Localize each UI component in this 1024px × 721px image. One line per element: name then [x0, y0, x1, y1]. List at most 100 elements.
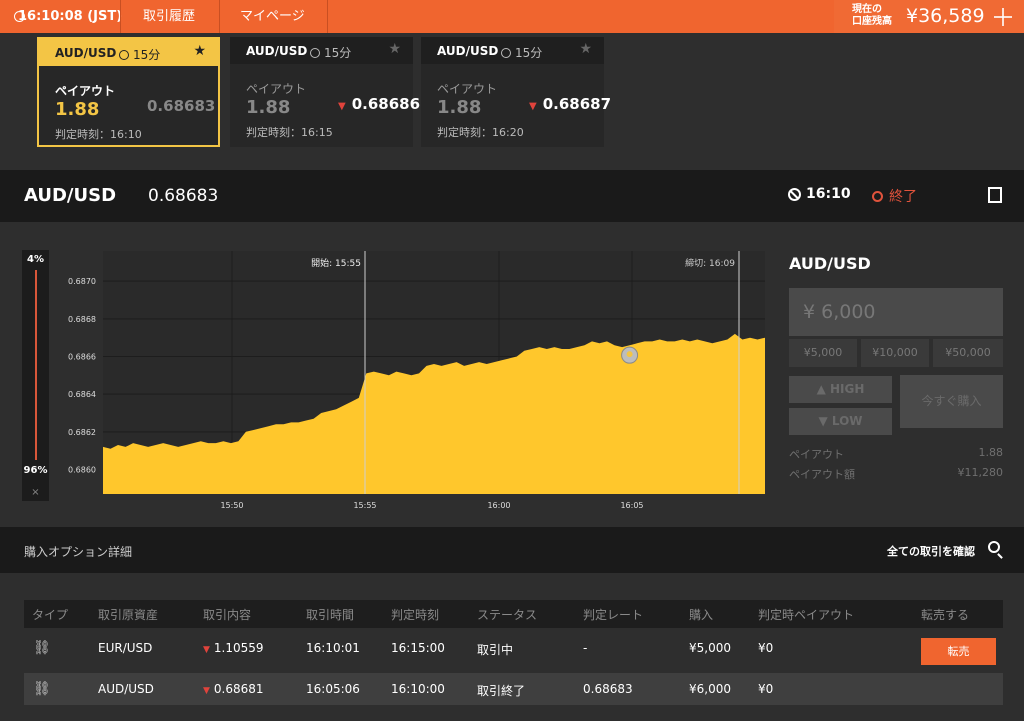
- col-trade-time: 取引時間: [306, 608, 355, 622]
- nav-trade-history[interactable]: 取引履歴: [143, 0, 195, 33]
- card-pair: AUD/USD: [55, 46, 117, 60]
- cell-judge-rate: 0.68683: [583, 682, 633, 696]
- card-header: AUD/USD 15分 ★: [39, 39, 218, 66]
- cell-content: ▼ 0.68681: [203, 682, 264, 696]
- search-icon[interactable]: [988, 541, 1000, 553]
- card-timeframe: 15分: [501, 44, 542, 61]
- clock-icon: [310, 48, 320, 58]
- balance-label-line1: 現在の: [852, 4, 882, 15]
- balance-value: ¥36,589: [906, 5, 985, 27]
- cell-trade-time: 16:05:06: [306, 682, 360, 696]
- col-content: 取引内容: [203, 608, 252, 622]
- payout-value: 1.88: [978, 446, 1004, 459]
- star-icon[interactable]: ★: [388, 41, 401, 57]
- buy-now-button[interactable]: 今すぐ購入: [900, 375, 1003, 428]
- cell-status: 取引終了: [477, 684, 526, 698]
- price-chart[interactable]: 15:50 15:55 16:00 16:05 0.6870 0.6868 0.6866 0.…: [60, 250, 766, 515]
- table-row[interactable]: ⛓ AUD/USD ▼ 0.68681 16:05:06 16:10:00 取引終…: [24, 673, 1003, 705]
- view-all-trades-link[interactable]: 全ての取引を確認: [887, 543, 975, 559]
- plus-icon[interactable]: [994, 8, 1012, 26]
- col-buy: 購入: [689, 608, 714, 622]
- card-payout: 1.88: [246, 97, 291, 118]
- chart-settings-icon[interactable]: [988, 187, 1002, 203]
- cell-status: 取引中: [477, 643, 514, 657]
- divider: [219, 0, 220, 33]
- nav-mypage[interactable]: マイページ: [240, 0, 305, 33]
- high-label: HIGH: [830, 382, 865, 396]
- card-judge-time: 判定時刻：16:10: [55, 128, 142, 141]
- x-tick-label: 16:00: [487, 501, 510, 510]
- cell-asset: EUR/USD: [98, 641, 153, 655]
- card-rate-text: 0.68686: [351, 95, 421, 113]
- card-rate: ▼ 0.68686: [338, 95, 420, 113]
- instrument-bar: AUD/USD 0.68683 16:10 終了: [0, 170, 1024, 222]
- card-judge-time: 判定時刻：16:15: [246, 126, 333, 139]
- low-button[interactable]: ▼ LOW: [789, 408, 892, 435]
- purchase-details-header: 購入オプション詳細 全ての取引を確認: [0, 527, 1024, 573]
- quick-amount-50000[interactable]: ¥50,000: [933, 339, 1003, 367]
- asset-card-2[interactable]: AUD/USD 15分 ★ ペイアウト 1.88 ▼ 0.68686 判定時刻：1…: [230, 37, 420, 147]
- down-arrow-icon: ▼: [818, 414, 832, 428]
- x-tick-label: 15:55: [353, 501, 376, 510]
- sentiment-low: 96%: [23, 465, 48, 476]
- asset-card-3[interactable]: AUD/USD 15分 ★ ペイアウト 1.88 ▼ 0.68687 判定時刻：1…: [421, 37, 611, 147]
- y-tick-label: 0.6866: [68, 352, 96, 361]
- down-arrow-icon: ▼: [338, 101, 346, 112]
- close-icon[interactable]: ×: [22, 487, 49, 498]
- col-type: タイプ: [32, 608, 69, 622]
- table-row[interactable]: ⛓ EUR/USD ▼ 1.10559 16:10:01 16:15:00 取引中…: [24, 632, 1003, 665]
- col-asset: 取引原資産: [98, 608, 159, 622]
- asset-card-1[interactable]: AUD/USD 15分 ★ ペイアウト 1.88 0.68683 判定時刻：16…: [37, 37, 220, 147]
- divider: [120, 0, 121, 33]
- clock-icon: [14, 11, 25, 22]
- instrument-symbol: AUD/USD: [24, 185, 117, 206]
- server-time-text: 16:10:08 (JST): [18, 9, 123, 24]
- y-tick-label: 0.6870: [68, 277, 96, 286]
- divider: [327, 0, 328, 33]
- y-tick-label: 0.6862: [68, 428, 96, 437]
- col-judge-time: 判定時刻: [391, 608, 440, 622]
- card-rate: ▼ 0.68687: [529, 95, 611, 113]
- quick-amount-10000[interactable]: ¥10,000: [861, 339, 929, 367]
- card-rate-text: 0.68687: [542, 95, 612, 113]
- col-status: ステータス: [477, 608, 538, 622]
- trade-status: 終了: [872, 186, 917, 206]
- high-button[interactable]: ▲ HIGH: [789, 376, 892, 403]
- balance-label: 現在の 口座残高: [852, 4, 902, 28]
- cell-content-text: 1.10559: [213, 641, 264, 655]
- card-timeframe: 15分: [119, 46, 160, 63]
- clock-icon: [501, 48, 511, 58]
- card-payout-label: ペイアウト: [437, 82, 498, 96]
- star-icon[interactable]: ★: [193, 43, 206, 59]
- resell-button[interactable]: 転売: [921, 638, 996, 665]
- cell-content: ▼ 1.10559: [203, 641, 264, 655]
- down-arrow-icon: ▼: [203, 686, 210, 696]
- start-time-label: 開始: 15:55: [311, 257, 361, 269]
- card-pair: AUD/USD: [246, 44, 308, 58]
- payout-amount-label: ペイアウト額: [789, 468, 855, 481]
- cell-content-text: 0.68681: [213, 682, 264, 696]
- cell-buy: ¥6,000: [689, 682, 731, 696]
- entry-marker-dot: [626, 351, 633, 358]
- expiry-time: 16:10: [806, 186, 851, 202]
- link-icon: ⛓: [33, 681, 51, 697]
- trader-sentiment: 4% 96% ×: [22, 250, 49, 501]
- cell-buy: ¥5,000: [689, 641, 731, 655]
- down-arrow-icon: ▼: [529, 101, 537, 112]
- col-payout: 判定時ペイアウト: [758, 608, 855, 622]
- cell-payout: ¥0: [758, 682, 774, 696]
- card-payout-label: ペイアウト: [55, 84, 116, 98]
- order-symbol: AUD/USD: [789, 254, 871, 273]
- y-tick-label: 0.6860: [68, 466, 96, 475]
- amount-input[interactable]: ¥ 6,000: [789, 288, 1003, 336]
- clock-icon: [119, 50, 129, 60]
- cell-asset: AUD/USD: [98, 682, 154, 696]
- y-tick-label: 0.6868: [68, 315, 96, 324]
- card-header: AUD/USD 15分 ★: [230, 37, 413, 64]
- card-judge-time: 判定時刻：16:20: [437, 126, 524, 139]
- top-bar: 16:10:08 (JST) 取引履歴 マイページ 現在の 口座残高 ¥36,5…: [0, 0, 1024, 33]
- star-icon[interactable]: ★: [579, 41, 592, 57]
- quick-amount-5000[interactable]: ¥5,000: [789, 339, 857, 367]
- y-tick-label: 0.6864: [68, 390, 96, 399]
- balance-label-line2: 口座残高: [852, 16, 892, 27]
